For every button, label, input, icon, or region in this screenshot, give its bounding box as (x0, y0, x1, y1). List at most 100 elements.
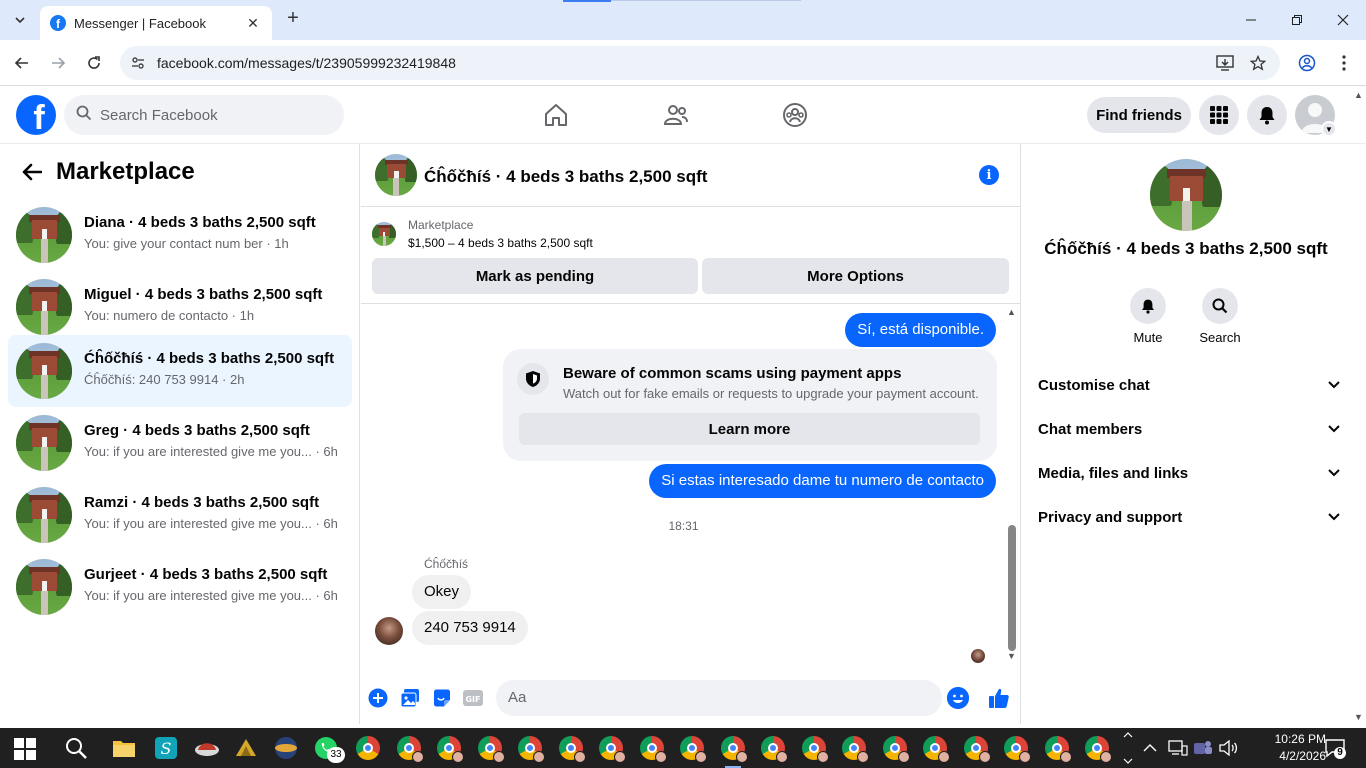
page-scroll-up-icon[interactable]: ▲ (1354, 90, 1363, 100)
scroll-up-arrow-icon[interactable]: ▲ (1007, 307, 1016, 317)
account-chevron-down-icon[interactable]: ▼ (1321, 121, 1337, 137)
conversation-item-ramzi[interactable]: Ramzi · 4 beds 3 baths 2,500 sqft You: i… (8, 479, 352, 551)
mute-button[interactable]: Mute (1120, 288, 1176, 345)
chrome-profile-icon[interactable] (923, 736, 950, 763)
listing-small-thumbnail[interactable] (372, 222, 396, 246)
notification-center-icon[interactable]: 9 (1324, 737, 1346, 759)
groups-icon[interactable] (779, 99, 811, 131)
address-bar[interactable]: facebook.com/messages/t/2390599923241984… (120, 46, 1280, 80)
search-in-chat-button[interactable]: Search (1192, 288, 1248, 345)
chrome-profile-icon[interactable] (964, 736, 991, 763)
chrome-profile-icon[interactable] (1004, 736, 1031, 763)
chat-title[interactable]: Ćĥốčħíś · 4 beds 3 baths 2,500 sqft (424, 167, 707, 187)
plus-actions-icon[interactable] (367, 687, 389, 709)
show-hidden-icons-chevron-icon[interactable] (1143, 728, 1157, 768)
file-explorer-icon[interactable] (112, 736, 136, 760)
scrollbar-thumb[interactable] (1008, 525, 1016, 651)
conversation-item-miguel[interactable]: Miguel · 4 beds 3 baths 2,500 sqft You: … (8, 271, 352, 343)
volume-icon[interactable] (1219, 728, 1239, 768)
chrome-profile-icon[interactable] (599, 736, 626, 763)
bookmark-star-icon[interactable] (1247, 52, 1269, 74)
outgoing-message[interactable]: Sí, está disponible. (845, 313, 996, 347)
network-icon[interactable] (1168, 728, 1188, 768)
app-cap-icon[interactable] (194, 736, 219, 760)
conversation-item-greg[interactable]: Greg · 4 beds 3 baths 2,500 sqft You: if… (8, 407, 352, 479)
restore-icon[interactable] (1282, 8, 1312, 32)
chrome-icon[interactable] (356, 736, 380, 760)
chat-avatar[interactable] (375, 154, 417, 196)
install-app-icon[interactable] (1214, 52, 1236, 74)
chrome-profile-icon[interactable] (437, 736, 464, 763)
profile-account-icon[interactable] (1295, 51, 1319, 75)
menu-grid-icon[interactable] (1199, 95, 1239, 135)
close-window-icon[interactable] (1328, 8, 1358, 32)
more-options-button[interactable]: More Options (702, 258, 1009, 294)
find-friends-button[interactable]: Find friends (1087, 97, 1191, 133)
page-scroll-down-icon[interactable]: ▼ (1354, 712, 1363, 722)
browser-tab-messenger[interactable]: f Messenger | Facebook ✕ (40, 6, 272, 40)
learn-more-button[interactable]: Learn more (519, 413, 980, 445)
browser-menu-icon[interactable] (1332, 51, 1356, 75)
windows-start-icon[interactable] (14, 738, 38, 762)
chrome-profile-icon[interactable] (397, 736, 424, 763)
chrome-profile-icon[interactable] (1045, 736, 1072, 763)
scroll-down-arrow-icon[interactable]: ▼ (1007, 651, 1016, 661)
chrome-profile-icon[interactable] (1085, 736, 1112, 763)
info-icon[interactable]: i (979, 165, 999, 185)
gif-icon[interactable]: GIF (462, 687, 484, 709)
home-icon[interactable] (540, 99, 572, 131)
details-listing-photo[interactable] (1150, 159, 1222, 231)
chrome-profile-icon[interactable] (640, 736, 667, 763)
facebook-search-input[interactable]: Search Facebook (64, 95, 344, 135)
minimize-icon[interactable] (1236, 8, 1266, 32)
back-icon[interactable] (10, 51, 34, 75)
emoji-icon[interactable] (947, 687, 969, 709)
tab-search-chevron-icon[interactable] (8, 8, 32, 32)
friends-icon[interactable] (660, 99, 692, 131)
chrome-profile-icon[interactable] (680, 736, 707, 763)
app-s-icon[interactable]: S (154, 736, 178, 760)
chrome-profile-icon[interactable] (761, 736, 788, 763)
facebook-logo-icon[interactable]: f (16, 95, 56, 135)
tab-close-icon[interactable]: ✕ (244, 15, 262, 32)
back-arrow-icon[interactable] (16, 156, 48, 188)
new-tab-button[interactable]: + (282, 8, 304, 30)
teams-meet-icon[interactable] (1193, 728, 1213, 768)
chrome-profile-icon[interactable] (478, 736, 505, 763)
mark-as-pending-button[interactable]: Mark as pending (372, 258, 698, 294)
thumbs-up-like-icon[interactable] (987, 686, 1011, 710)
photo-attach-icon[interactable] (399, 687, 421, 709)
chrome-profile-icon[interactable] (883, 736, 910, 763)
chrome-profile-icon[interactable] (842, 736, 869, 763)
conversation-item-diana[interactable]: Diana · 4 beds 3 baths 2,500 sqft You: g… (8, 199, 352, 271)
reload-icon[interactable] (82, 51, 106, 75)
listing-label: Marketplace (408, 218, 474, 232)
taskbar-clock[interactable]: 10:26 PM 4/2/2026 (1262, 731, 1326, 765)
chrome-profile-icon-active[interactable] (721, 736, 748, 763)
app-globe-icon[interactable] (274, 736, 298, 760)
notifications-bell-icon[interactable] (1247, 95, 1287, 135)
chrome-profile-icon[interactable] (518, 736, 545, 763)
message-input[interactable]: Aa (496, 680, 942, 716)
sender-avatar[interactable] (375, 617, 403, 645)
taskbar-scroll-arrows[interactable] (1122, 728, 1134, 768)
conversation-item-chochis-active[interactable]: Ćĥốčħíś · 4 beds 3 baths 2,500 sqft Ćĥốč… (8, 335, 352, 407)
conversation-item-gurjeet[interactable]: Gurjeet · 4 beds 3 baths 2,500 sqft You:… (8, 551, 352, 623)
section-customise-chat[interactable]: Customise chat (1038, 367, 1340, 403)
section-privacy-support[interactable]: Privacy and support (1038, 499, 1340, 535)
forward-icon[interactable] (46, 51, 70, 75)
listing-price[interactable]: $1,500 – 4 beds 3 baths 2,500 sqft (408, 236, 593, 250)
incoming-message[interactable]: Okey (412, 575, 472, 609)
taskbar-search-icon[interactable] (64, 736, 88, 760)
app-grain-icon[interactable] (234, 736, 258, 760)
section-chat-members[interactable]: Chat members (1038, 411, 1340, 447)
section-media-files-links[interactable]: Media, files and links (1038, 455, 1340, 491)
incoming-message[interactable]: 240 753 9914 (412, 611, 528, 645)
sticker-icon[interactable] (431, 687, 453, 709)
site-settings-icon[interactable] (126, 51, 150, 75)
chevron-down-icon (1328, 510, 1340, 524)
chrome-profile-icon[interactable] (802, 736, 829, 763)
chrome-profile-icon[interactable] (559, 736, 586, 763)
message-scrollbar[interactable]: ▲ ▼ (1006, 305, 1018, 665)
outgoing-message[interactable]: Si estas interesado dame tu numero de co… (649, 464, 996, 498)
